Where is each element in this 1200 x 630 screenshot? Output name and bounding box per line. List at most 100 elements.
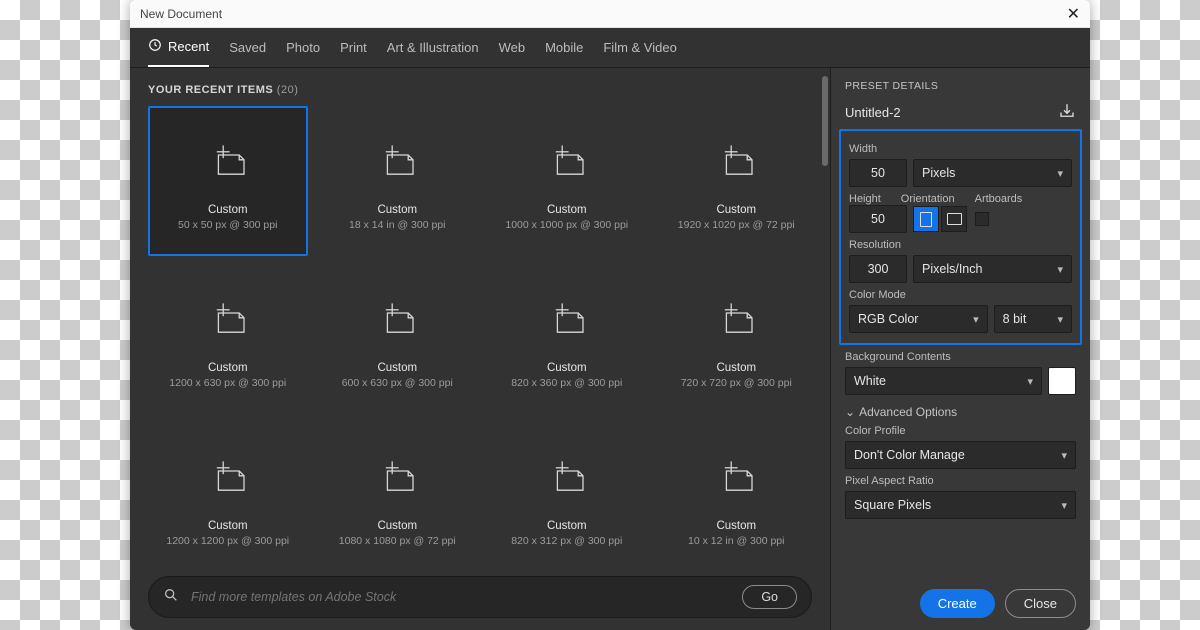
document-title[interactable]: Untitled-2 (845, 105, 901, 120)
search-icon (163, 587, 179, 608)
stock-search-bar: Go (148, 576, 812, 618)
resolution-unit-select[interactable]: Pixels/Inch ▾ (913, 255, 1072, 283)
preset-item[interactable]: Custom 10 x 12 in @ 300 ppi (657, 422, 817, 566)
bg-label: Background Contents (845, 351, 1076, 363)
recent-heading: YOUR RECENT ITEMS (20) (148, 84, 826, 96)
chevron-down-icon: ▾ (1061, 449, 1067, 462)
chevron-down-icon: ▾ (1057, 313, 1063, 326)
width-input[interactable] (849, 159, 907, 187)
preset-item[interactable]: Custom600 x 630 px @ 300 ppi (318, 264, 478, 414)
tab-label: Web (499, 40, 526, 55)
preset-dimensions: 1080 x 1080 px @ 72 ppi (339, 535, 456, 547)
tab-film-video[interactable]: Film & Video (603, 38, 676, 67)
category-tabs: Recent Saved Photo Print Art & Illustration W… (130, 28, 1090, 68)
chevron-down-icon: ▾ (1061, 499, 1067, 512)
preset-item[interactable]: Custom18 x 14 in @ 300 ppi (318, 106, 478, 256)
tab-art-illustration[interactable]: Art & Illustration (387, 38, 479, 67)
preset-name: Custom (547, 204, 587, 216)
resolution-label: Resolution (849, 239, 1072, 251)
color-profile-value: Don't Color Manage (854, 448, 965, 462)
color-mode-label: Color Mode (849, 289, 1072, 301)
preset-dimensions: 1920 x 1020 px @ 72 ppi (678, 219, 795, 231)
preset-name: Custom (716, 520, 756, 532)
preset-dimensions: 600 x 630 px @ 300 ppi (342, 377, 453, 389)
preset-item[interactable]: Custom1000 x 1000 px @ 300 ppi (487, 106, 647, 256)
color-profile-label: Color Profile (845, 425, 1076, 437)
stock-search-input[interactable] (191, 590, 730, 604)
tab-label: Print (340, 40, 367, 55)
scrollbar[interactable] (822, 76, 828, 166)
preset-name: Custom (208, 520, 248, 532)
resolution-input[interactable] (849, 255, 907, 283)
document-icon (201, 452, 255, 506)
orientation-portrait-button[interactable] (913, 206, 939, 232)
color-mode-select[interactable]: RGB Color ▾ (849, 305, 988, 333)
document-icon (709, 136, 763, 190)
tab-label: Photo (286, 40, 320, 55)
width-unit-select[interactable]: Pixels ▾ (913, 159, 1072, 187)
preset-item[interactable]: Custom 1200 x 630 px @ 300 ppi (148, 264, 308, 414)
preset-name: Custom (377, 520, 417, 532)
tab-label: Recent (168, 39, 209, 54)
preset-name: Custom (716, 362, 756, 374)
color-profile-select[interactable]: Don't Color Manage ▾ (845, 441, 1076, 469)
close-button[interactable]: Close (1005, 589, 1076, 618)
dialog-body: Recent Saved Photo Print Art & Illustration W… (130, 28, 1090, 630)
tab-web[interactable]: Web (499, 38, 526, 67)
pixel-aspect-value: Square Pixels (854, 498, 931, 512)
recent-count: (20) (277, 84, 299, 96)
new-document-window: New Document ✕ Recent Saved Photo Print Art … (130, 0, 1090, 630)
background-value: White (854, 374, 886, 388)
pixel-aspect-label: Pixel Aspect Ratio (845, 475, 1076, 487)
background-select[interactable]: White ▾ (845, 367, 1042, 395)
chevron-down-icon: ⌄ (845, 405, 855, 419)
recent-heading-label: YOUR RECENT ITEMS (148, 84, 273, 96)
preset-item[interactable]: Custom 720 x 720 px @ 300 ppi (657, 264, 817, 414)
preset-name: Custom (547, 362, 587, 374)
advanced-options-label: Advanced Options (859, 405, 957, 419)
tab-label: Mobile (545, 40, 583, 55)
height-label: Height (849, 193, 881, 205)
create-button[interactable]: Create (920, 589, 995, 618)
height-input[interactable] (849, 205, 907, 233)
artboards-checkbox[interactable] (975, 212, 989, 226)
preset-item[interactable]: Custom50 x 50 px @ 300 ppi (148, 106, 308, 256)
preset-item[interactable]: Custom820 x 312 px @ 300 ppi (487, 422, 647, 566)
preset-dimensions: 720 x 720 px @ 300 ppi (681, 377, 792, 389)
orientation-landscape-button[interactable] (941, 206, 967, 232)
orientation-label: Orientation (901, 193, 955, 205)
preset-item[interactable]: Custom 820 x 360 px @ 300 ppi (487, 264, 647, 414)
tab-mobile[interactable]: Mobile (545, 38, 583, 67)
color-mode-value: RGB Color (858, 312, 918, 326)
window-title: New Document (140, 7, 222, 21)
preset-dimensions: 10 x 12 in @ 300 ppi (688, 535, 784, 547)
preset-dimensions: 820 x 360 px @ 300 ppi (511, 377, 622, 389)
bit-depth-select[interactable]: 8 bit ▾ (994, 305, 1072, 333)
tab-photo[interactable]: Photo (286, 38, 320, 67)
background-color-swatch[interactable] (1048, 367, 1076, 395)
preset-dimensions: 1200 x 1200 px @ 300 ppi (166, 535, 289, 547)
document-icon (370, 452, 424, 506)
save-preset-icon[interactable] (1058, 102, 1076, 123)
preset-item[interactable]: Custom 1080 x 1080 px @ 72 ppi (318, 422, 478, 566)
tab-recent[interactable]: Recent (148, 38, 209, 67)
advanced-options-toggle[interactable]: ⌄ Advanced Options (845, 405, 1076, 419)
preset-dimensions: 820 x 312 px @ 300 ppi (511, 535, 622, 547)
preset-name: Custom (208, 362, 248, 374)
stock-go-button[interactable]: Go (742, 585, 797, 609)
document-icon (201, 294, 255, 348)
preset-item[interactable]: Custom 1200 x 1200 px @ 300 ppi (148, 422, 308, 566)
preset-item[interactable]: Custom1920 x 1020 px @ 72 ppi (657, 106, 817, 256)
tab-print[interactable]: Print (340, 38, 367, 67)
tab-saved[interactable]: Saved (229, 38, 266, 67)
pixel-aspect-select[interactable]: Square Pixels ▾ (845, 491, 1076, 519)
document-icon (709, 452, 763, 506)
preset-name: Custom (208, 204, 248, 216)
document-icon (709, 294, 763, 348)
orientation-toggle (913, 206, 967, 232)
artboards-label: Artboards (975, 193, 1023, 205)
close-icon[interactable]: ✕ (1067, 4, 1080, 24)
preset-dimensions: 1200 x 630 px @ 300 ppi (169, 377, 286, 389)
bit-depth-value: 8 bit (1003, 312, 1027, 326)
document-icon (370, 294, 424, 348)
